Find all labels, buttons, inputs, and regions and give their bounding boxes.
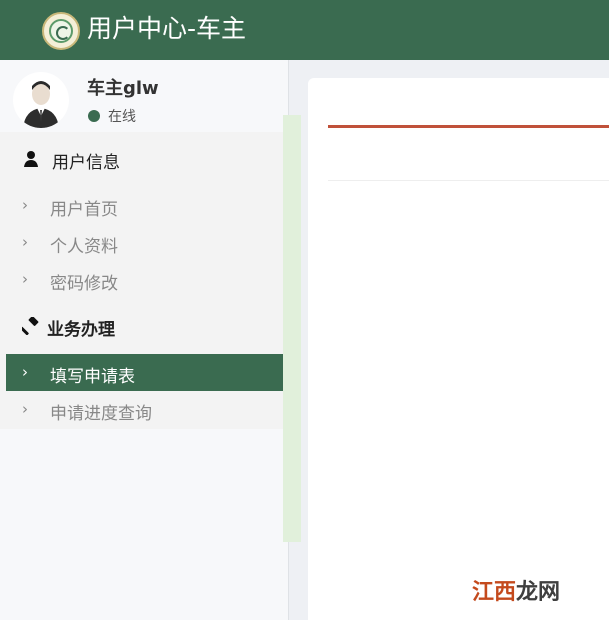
logo-emblem-icon bbox=[42, 12, 80, 50]
chevron-right-icon: › bbox=[22, 233, 28, 251]
online-status-text: 在线 bbox=[108, 109, 136, 125]
sidebar-menu: 用户信息 › 用户首页 › 个人资料 › 密码修改 业务办理 › 填写申请表 ›… bbox=[0, 132, 288, 429]
content-tab-strip bbox=[328, 125, 609, 181]
app-title: 用户中心-车主 bbox=[87, 14, 247, 43]
chevron-right-icon: › bbox=[22, 363, 28, 381]
sidebar: 车主glw 在线 用户信息 › 用户首页 › 个人资料 › 密码修改 业务办理 … bbox=[0, 60, 289, 620]
sidebar-item-label: 密码修改 bbox=[50, 274, 118, 294]
sidebar-item-fill-application[interactable]: › 填写申请表 bbox=[6, 354, 288, 391]
section-label: 业务办理 bbox=[47, 320, 115, 340]
chevron-right-icon: › bbox=[22, 270, 28, 288]
sidebar-item-label: 个人资料 bbox=[50, 237, 118, 257]
sidebar-item-profile[interactable]: › 个人资料 bbox=[6, 224, 288, 261]
form-side-panel bbox=[283, 115, 301, 542]
top-header: 用户中心-车主 bbox=[0, 0, 609, 60]
section-business[interactable]: 业务办理 bbox=[0, 307, 288, 347]
section-label: 用户信息 bbox=[52, 153, 120, 173]
user-panel: 车主glw 在线 bbox=[0, 60, 288, 132]
content-panel bbox=[328, 182, 609, 620]
sidebar-item-label: 申请进度查询 bbox=[50, 404, 152, 424]
sidebar-item-user-home[interactable]: › 用户首页 bbox=[6, 187, 288, 224]
main-content bbox=[308, 78, 609, 620]
chevron-right-icon: › bbox=[22, 196, 28, 214]
sidebar-item-progress-query[interactable]: › 申请进度查询 bbox=[6, 391, 288, 428]
user-name: 车主glw bbox=[87, 78, 159, 99]
user-icon bbox=[22, 150, 40, 168]
gavel-icon bbox=[20, 316, 40, 336]
chevron-right-icon: › bbox=[22, 400, 28, 418]
sidebar-item-password[interactable]: › 密码修改 bbox=[6, 261, 288, 298]
sidebar-item-label: 用户首页 bbox=[50, 200, 118, 220]
sidebar-item-label: 填写申请表 bbox=[50, 367, 135, 387]
watermark: 江西龙网 bbox=[472, 579, 561, 605]
avatar[interactable] bbox=[13, 72, 69, 128]
section-user-info[interactable]: 用户信息 bbox=[0, 140, 288, 180]
online-status-dot bbox=[88, 110, 100, 122]
